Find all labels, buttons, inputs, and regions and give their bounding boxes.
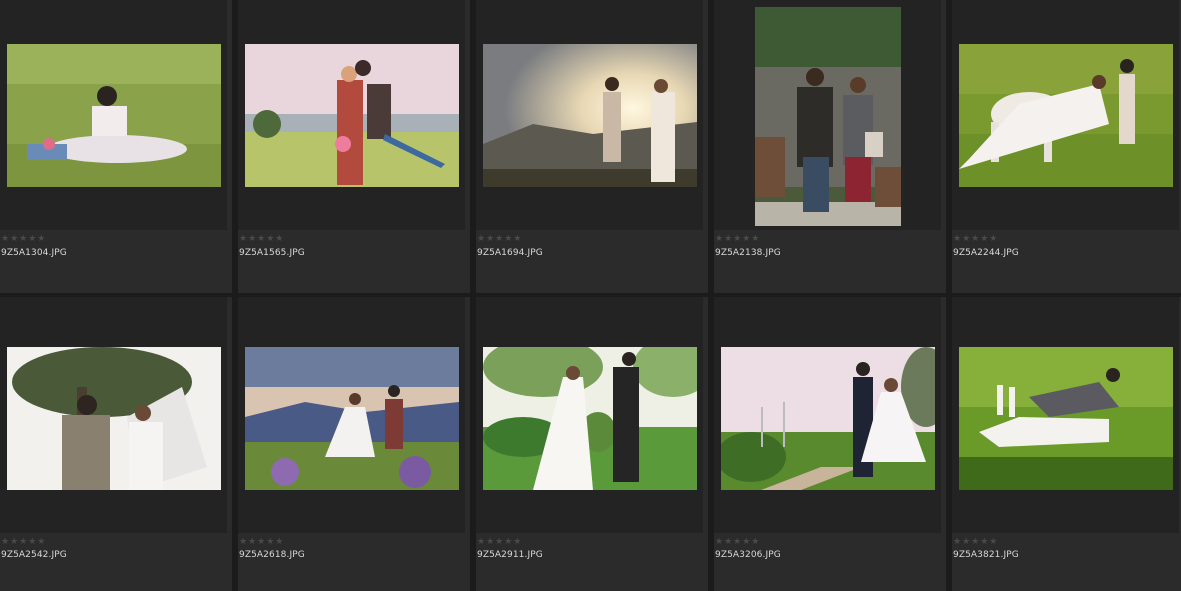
photo-cell[interactable]: ★★★★★ 9Z5A2618.JPG [238, 297, 470, 591]
photo-thumbnail[interactable] [245, 347, 459, 490]
photo-cell[interactable]: ★★★★★ 9Z5A2911.JPG [476, 297, 708, 591]
photo-thumbnail[interactable] [959, 44, 1173, 187]
rating-stars[interactable]: ★★★★★ [1, 234, 46, 244]
photo-filename: 9Z5A2244.JPG [953, 248, 1019, 258]
photo-thumbnail[interactable] [959, 347, 1173, 490]
rating-stars[interactable]: ★★★★★ [953, 537, 998, 547]
photo-cell[interactable]: ★★★★★ 9Z5A1694.JPG [476, 0, 708, 293]
photo-filename: 9Z5A2542.JPG [1, 550, 67, 560]
rating-stars[interactable]: ★★★★★ [715, 537, 760, 547]
rating-stars[interactable]: ★★★★★ [1, 537, 46, 547]
photo-filename: 9Z5A3206.JPG [715, 550, 781, 560]
rating-stars[interactable]: ★★★★★ [239, 537, 284, 547]
photo-cell[interactable]: ★★★★★ 9Z5A3206.JPG [714, 297, 946, 591]
photo-thumbnail[interactable] [755, 7, 901, 226]
rating-stars[interactable]: ★★★★★ [953, 234, 998, 244]
photo-cell[interactable]: ★★★★★ 9Z5A2244.JPG [952, 0, 1181, 293]
photo-cell[interactable]: ★★★★★ 9Z5A2542.JPG [0, 297, 232, 591]
photo-filename: 9Z5A1304.JPG [1, 248, 67, 258]
photo-filename: 9Z5A2911.JPG [477, 550, 543, 560]
photo-thumbnail[interactable] [7, 347, 221, 490]
rating-stars[interactable]: ★★★★★ [239, 234, 284, 244]
photo-cell[interactable]: ★★★★★ 9Z5A2138.JPG [714, 0, 946, 293]
photo-filename: 9Z5A2618.JPG [239, 550, 305, 560]
photo-filename: 9Z5A3821.JPG [953, 550, 1019, 560]
photo-filename: 9Z5A1565.JPG [239, 248, 305, 258]
photo-grid: ★★★★★ 9Z5A1304.JPG ★★★★★ 9Z5A1565.JPG ★★… [0, 0, 1181, 591]
photo-thumbnail[interactable] [483, 347, 697, 490]
photo-cell[interactable]: ★★★★★ 9Z5A1565.JPG [238, 0, 470, 293]
rating-stars[interactable]: ★★★★★ [477, 234, 522, 244]
photo-thumbnail[interactable] [483, 44, 697, 187]
photo-thumbnail[interactable] [721, 347, 935, 490]
photo-filename: 9Z5A2138.JPG [715, 248, 781, 258]
photo-cell[interactable]: ★★★★★ 9Z5A3821.JPG [952, 297, 1181, 591]
photo-filename: 9Z5A1694.JPG [477, 248, 543, 258]
photo-thumbnail[interactable] [7, 44, 221, 187]
rating-stars[interactable]: ★★★★★ [715, 234, 760, 244]
photo-cell[interactable]: ★★★★★ 9Z5A1304.JPG [0, 0, 232, 293]
photo-thumbnail[interactable] [245, 44, 459, 187]
rating-stars[interactable]: ★★★★★ [477, 537, 522, 547]
